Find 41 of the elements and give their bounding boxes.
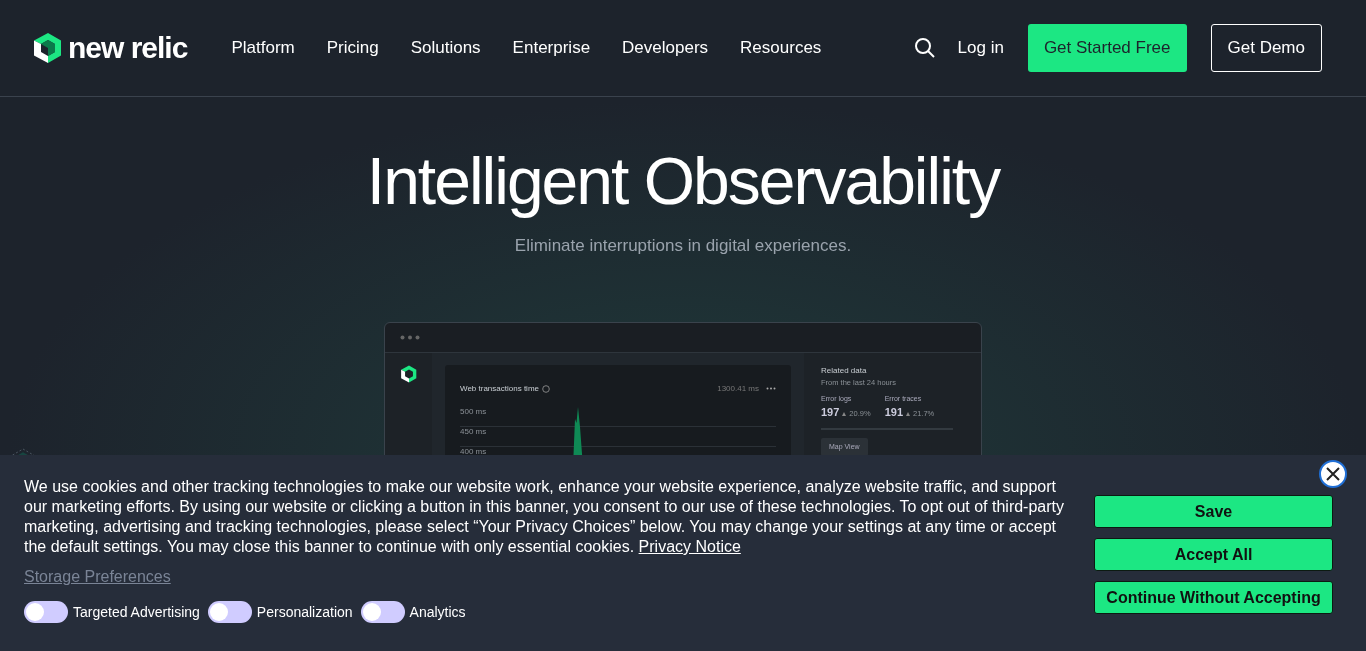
up-triangle-icon [906,412,910,417]
storage-preferences-link[interactable]: Storage Preferences [24,565,171,589]
info-icon [542,384,550,393]
toggle-switch[interactable] [24,601,68,623]
hero-title: Intelligent Observability [366,143,1000,220]
axis-label: 450 ms [460,426,487,436]
cookie-text: We use cookies and other tracking technologies to make our website work, enhance your website experience, analyze website traffic, and support our marketing efforts. By using our website or clicking a button in this banner, you consent to our use of these technologies. To opt out of third-party marketing, advertising and tracking technologies, please select “Your Privacy Choices” below. You may change your settings at any time or accept the default settings. You may close this banner to continue with only essential cookies. Privacy Notice [24,477,1064,557]
metric-value: 191 [884,405,903,421]
related-title: Related data [821,364,868,377]
window-dots-icon [400,334,420,340]
logo-wordmark[interactable]: new relic [68,33,188,63]
consent-button[interactable]: Save [1094,495,1333,528]
consent-button[interactable]: Continue Without Accepting [1094,581,1333,614]
get-demo-button[interactable]: Get Demo [1210,24,1322,72]
login-link[interactable]: Log in [957,35,1004,61]
toggle-label: Targeted Advertising [73,602,200,622]
more-icon [766,387,776,390]
toggle-label: Analytics [409,602,466,622]
hero-subtitle: Eliminate interruptions in digital experiences. [514,235,852,257]
nav-link[interactable]: Enterprise [512,35,591,61]
consent-button[interactable]: Accept All [1094,538,1333,571]
chart-value: 1300.41 ms [717,382,759,395]
privacy-notice-link[interactable]: Privacy Notice [638,538,741,555]
logo-icon [34,32,62,64]
metric-value: 197 [821,405,840,421]
axis-label: 500 ms [460,406,487,416]
nav-link[interactable]: Developers [622,35,709,61]
up-triangle-icon [842,412,847,417]
get-started-button[interactable]: Get Started Free [1027,24,1187,72]
chart-title: Web transactions time [460,382,539,395]
close-icon[interactable] [1319,460,1347,488]
nav-link[interactable]: Pricing [326,35,379,61]
search-icon[interactable] [913,37,936,59]
toggle-switch[interactable] [207,601,252,623]
toggle-label: Personalization [256,602,353,622]
nav-link[interactable]: Resources [740,35,822,61]
logo-icon [400,364,417,383]
nav-link[interactable]: Solutions [410,35,481,61]
axis-label: 400 ms [460,446,487,455]
nav-link[interactable]: Platform [231,35,295,61]
toggle-switch[interactable] [360,601,405,623]
